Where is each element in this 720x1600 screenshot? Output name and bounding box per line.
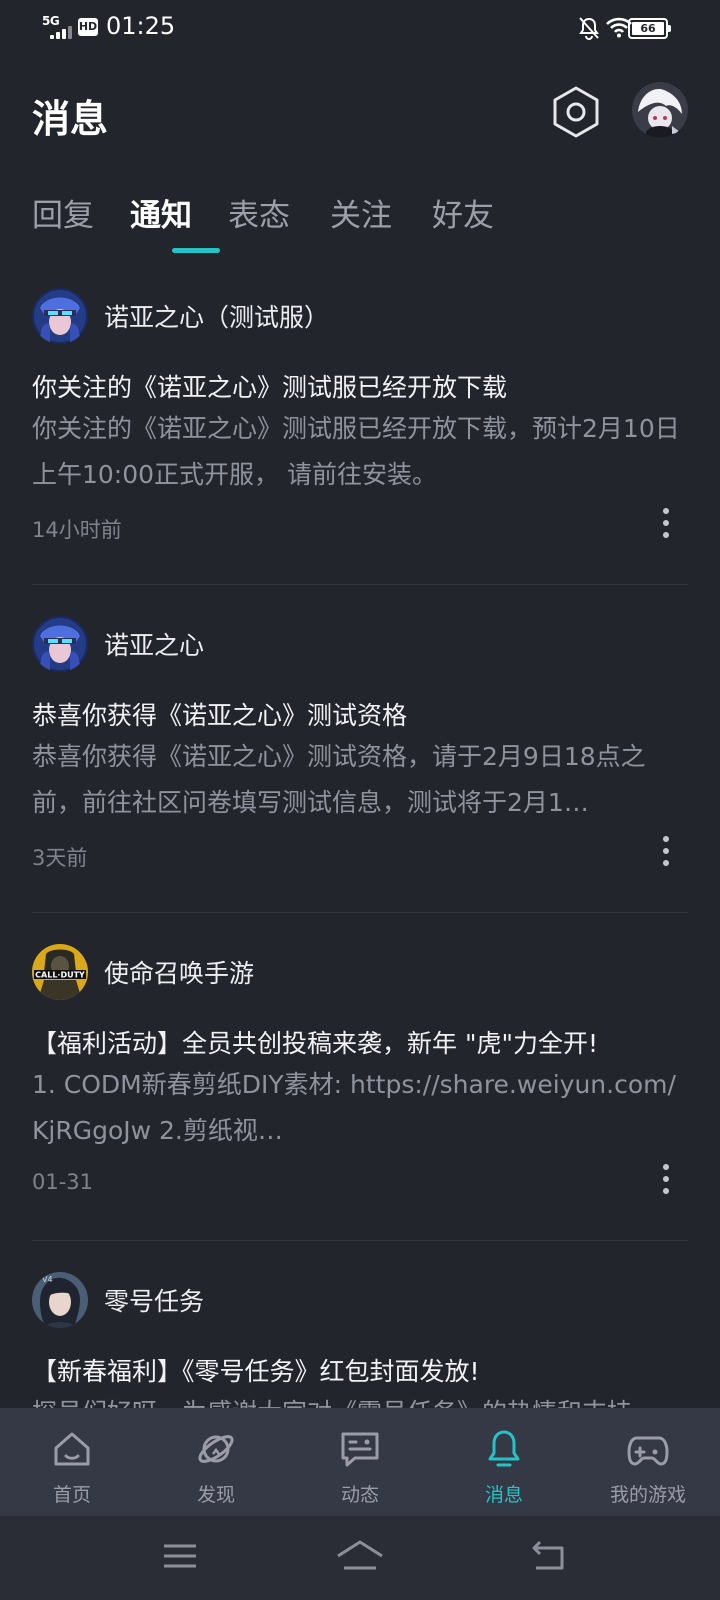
avatar-image xyxy=(632,82,688,138)
tab-friends[interactable]: 好友 xyxy=(432,190,494,235)
notice-body: 恭喜你获得《诺亚之心》测试资格，请于2月9日18点之前，前往社区问卷填写测试信息… xyxy=(32,742,646,817)
page-title: 消息 xyxy=(32,97,109,141)
notice-sender[interactable]: 零号任务 xyxy=(104,1282,204,1318)
game-avatar-image xyxy=(32,288,88,344)
hexagon-settings-icon xyxy=(553,86,599,138)
game-avatar-noah-heart-test[interactable] xyxy=(32,288,88,344)
divider xyxy=(32,1240,688,1241)
notice-time: 3天前 xyxy=(32,846,88,870)
game-avatar-image xyxy=(32,616,88,672)
svg-text:CALL·DUTY: CALL·DUTY xyxy=(35,971,85,980)
notice-headline: 【新春福利】《零号任务》红包封面发放! xyxy=(32,1357,480,1386)
home-system-icon[interactable] xyxy=(336,1538,384,1574)
nav-label: 我的游戏 xyxy=(609,1484,686,1506)
status-bar: 5G HD 01:25 66 xyxy=(0,0,720,56)
notice-item[interactable]: CALL·DUTY 使命召唤手游 【福利活动】全员共创投稿来袭，新年 "虎"力全… xyxy=(32,944,688,1206)
user-avatar[interactable] xyxy=(632,82,688,138)
tab-reactions[interactable]: 表态 xyxy=(228,190,290,235)
notice-sender[interactable]: 诺亚之心 xyxy=(104,626,204,662)
notice-headline: 【福利活动】全员共创投稿来袭，新年 "虎"力全开! xyxy=(32,1029,598,1058)
notice-headline: 恭喜你获得《诺亚之心》测试资格 xyxy=(32,701,408,730)
notice-sender[interactable]: 诺亚之心（测试服） xyxy=(104,298,329,334)
divider xyxy=(32,912,688,913)
notice-sender[interactable]: 使命召唤手游 xyxy=(104,954,254,990)
nav-my-games[interactable]: 我的游戏 xyxy=(576,1408,720,1516)
game-avatar-zero-mission[interactable]: V4 xyxy=(32,1272,88,1328)
notice-item[interactable]: V4 零号任务 【新春福利】《零号任务》红包封面发放! 探员们好呀，为感谢大家对… xyxy=(32,1272,688,1408)
game-avatar-image: CALL·DUTY xyxy=(32,944,88,1000)
notice-headline: 你关注的《诺亚之心》测试服已经开放下载 xyxy=(32,373,508,402)
clock: 01:25 xyxy=(106,12,176,40)
nav-label: 发现 xyxy=(196,1484,235,1506)
svg-text:V4: V4 xyxy=(42,1275,53,1284)
game-avatar-call-of-duty[interactable]: CALL·DUTY xyxy=(32,944,88,1000)
nav-feed[interactable]: 动态 xyxy=(288,1408,432,1516)
notice-item[interactable]: 诺亚之心（测试服） 你关注的《诺亚之心》测试服已经开放下载 你关注的《诺亚之心》… xyxy=(32,288,688,550)
more-options-icon[interactable] xyxy=(658,834,674,868)
more-options-icon[interactable] xyxy=(658,1162,674,1196)
bottom-navigation: 首页 发现 动态 消息 我的游戏 xyxy=(0,1408,720,1516)
nav-label: 动态 xyxy=(340,1484,379,1506)
settings-button[interactable] xyxy=(550,84,602,140)
planet-icon xyxy=(198,1435,234,1463)
menu-icon[interactable] xyxy=(162,1538,198,1574)
nav-label: 首页 xyxy=(52,1484,91,1506)
bell-muted-icon xyxy=(579,17,599,40)
cellular-signal-icon: 5G xyxy=(42,14,72,39)
tab-follows[interactable]: 关注 xyxy=(330,190,392,235)
nav-messages[interactable]: 消息 xyxy=(432,1408,576,1516)
tab-reply[interactable]: 回复 xyxy=(32,190,94,235)
notice-body: 探员们好呀，为感谢大家对《零号任务》的热情和支持 xyxy=(32,1390,688,1408)
notice-time: 14小时前 xyxy=(32,518,122,542)
nav-home[interactable]: 首页 xyxy=(0,1408,144,1516)
system-navigation-bar xyxy=(0,1516,720,1600)
battery-level: 66 xyxy=(632,22,664,35)
notice-body: 你关注的《诺亚之心》测试服已经开放下载，预计2月10日上午10:00正式开服， … xyxy=(32,414,680,489)
bell-icon xyxy=(488,1430,520,1467)
home-icon xyxy=(54,1432,90,1466)
tab-notifications[interactable]: 通知 xyxy=(130,190,192,235)
hd-voice-icon: HD xyxy=(78,18,98,36)
back-icon[interactable] xyxy=(530,1538,566,1574)
notice-time: 01-31 xyxy=(32,1170,94,1194)
more-options-icon[interactable] xyxy=(658,506,674,540)
feed-icon xyxy=(341,1432,379,1467)
gamepad-icon xyxy=(627,1436,669,1466)
nav-label: 消息 xyxy=(484,1484,523,1506)
game-avatar-image: V4 xyxy=(32,1272,88,1328)
notice-item[interactable]: 诺亚之心 恭喜你获得《诺亚之心》测试资格 恭喜你获得《诺亚之心》测试资格，请于2… xyxy=(32,616,688,878)
active-tab-indicator xyxy=(172,248,220,253)
game-avatar-noah-heart[interactable] xyxy=(32,616,88,672)
battery-icon: 66 xyxy=(628,18,671,39)
message-tabs: 回复 通知 表态 关注 好友 xyxy=(32,190,692,260)
notice-body: 1. CODM新春剪纸DIY素材: https://share.weiyun.c… xyxy=(32,1070,676,1145)
nav-discover[interactable]: 发现 xyxy=(144,1408,288,1516)
divider xyxy=(32,584,688,585)
